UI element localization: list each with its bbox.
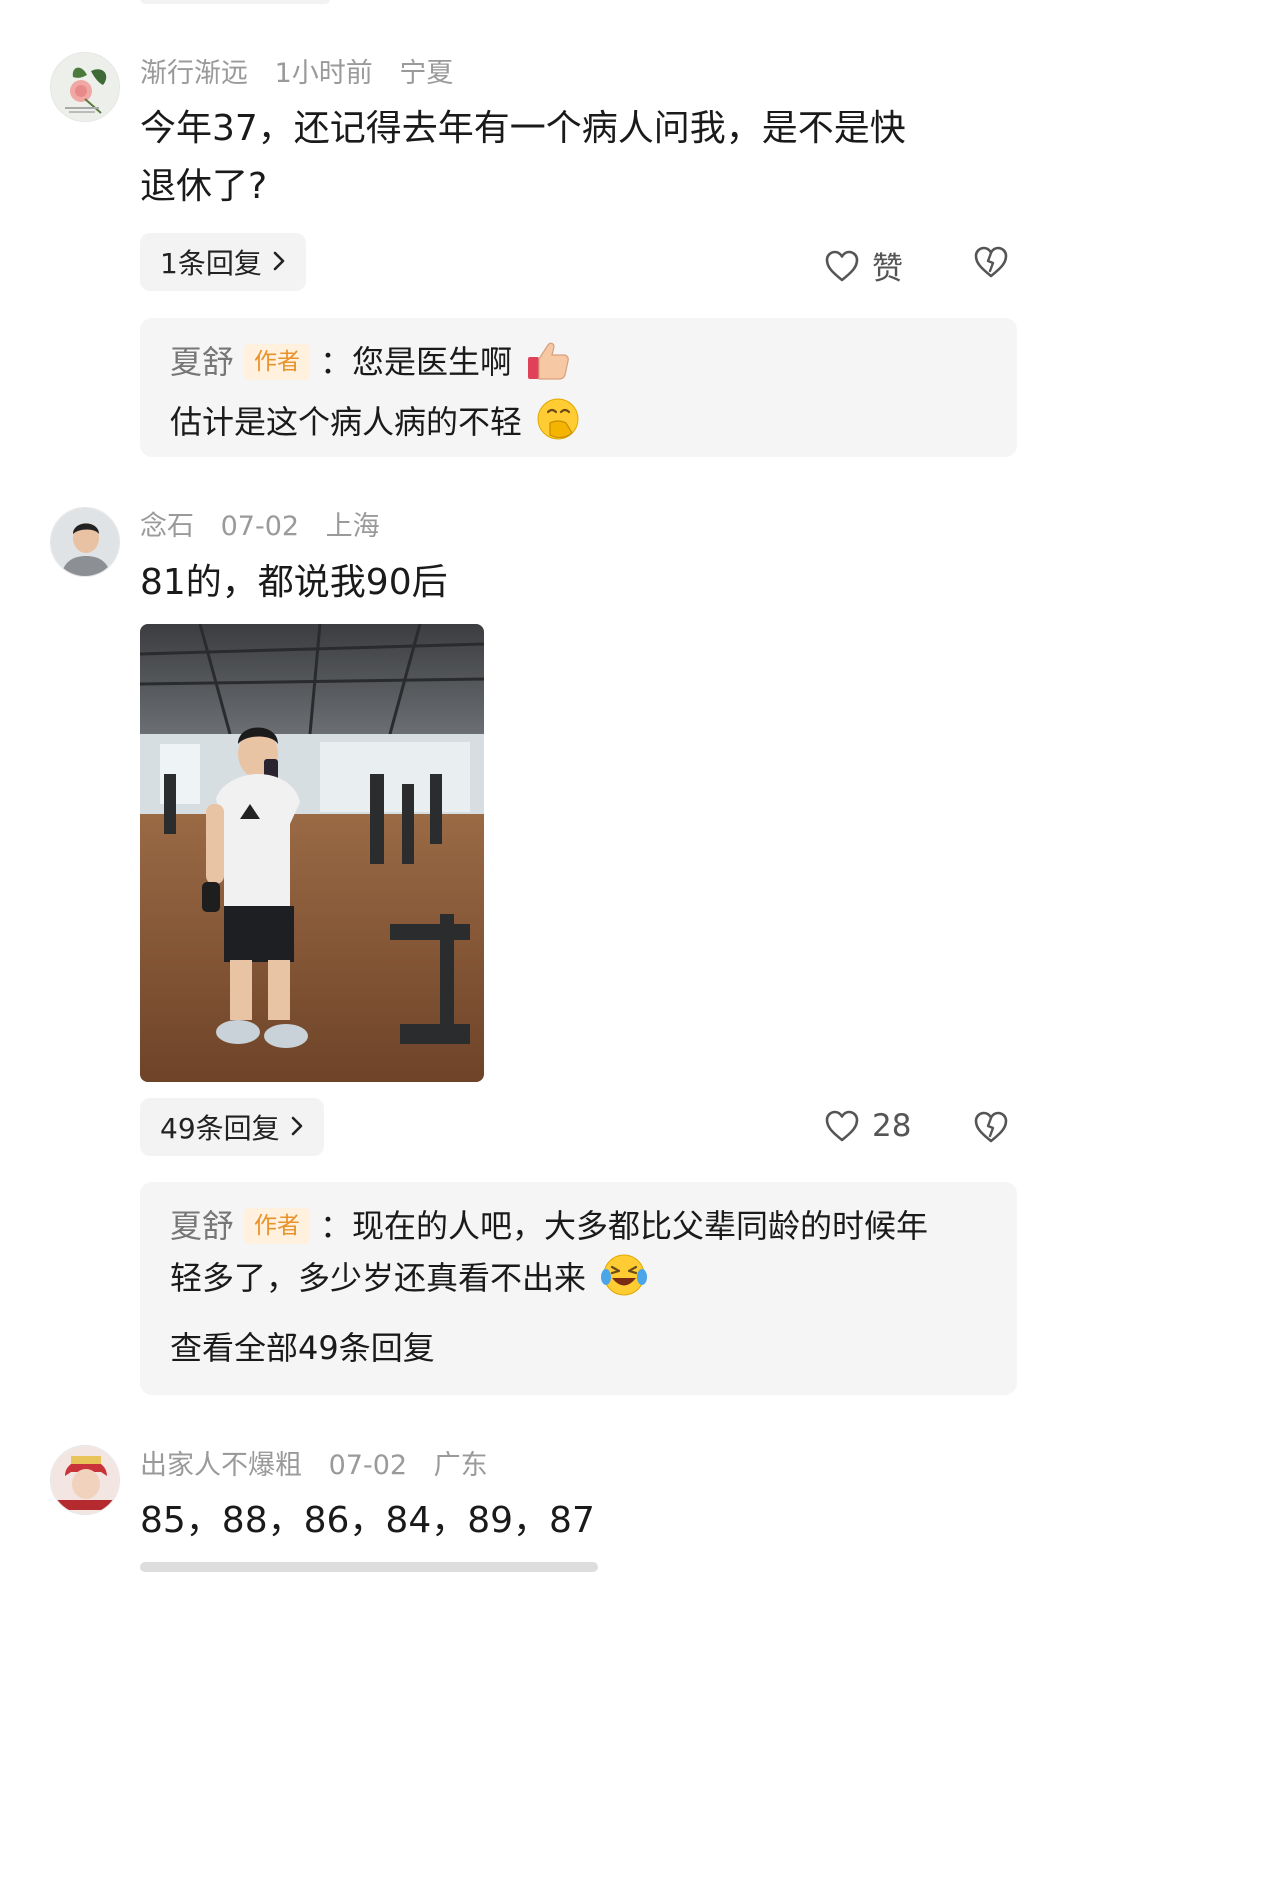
reply-text: ：现在的人吧，大多都比父辈同龄的时候年: [320, 1207, 929, 1245]
reply-line: 夏舒 作者 ：现在的人吧，大多都比父辈同龄的时候年: [170, 1200, 987, 1252]
view-replies-button[interactable]: 1条回复: [140, 233, 306, 291]
timestamp: 07-02: [328, 1450, 408, 1481]
heart-icon: [825, 250, 859, 281]
comment-text[interactable]: 85，88，86，84，89，87: [140, 1492, 1020, 1550]
comment-text-line: 退休了?: [140, 166, 268, 207]
thumbs-up-emoji: [526, 339, 570, 396]
reply-author[interactable]: 夏舒: [170, 1207, 234, 1245]
comment-text-line: 85，88，86，84，89，87: [140, 1500, 595, 1541]
view-all-replies-link[interactable]: 查看全部49条回复: [170, 1322, 987, 1374]
comment-text-line: 今年37，还记得去年有一个病人问我，是不是快: [140, 108, 906, 149]
comment-meta: 渐行渐远 1小时前 宁夏: [140, 56, 471, 92]
reply-text: ：您是医生啊: [320, 343, 513, 381]
avatar[interactable]: [50, 52, 120, 122]
comment-text[interactable]: 81的，都说我90后: [140, 554, 1020, 612]
avatar[interactable]: [50, 507, 120, 577]
broken-heart-icon: [974, 1111, 1008, 1143]
reply-text: 估计是这个病人病的不轻: [170, 403, 523, 441]
reply-text: 轻多了，多少岁还真看不出来: [170, 1259, 587, 1297]
comment-meta: 出家人不爆粗 07-02 广东: [140, 1448, 506, 1484]
broken-heart-icon: [974, 246, 1008, 278]
timestamp: 07-02: [220, 511, 300, 542]
author-badge: 作者: [244, 344, 311, 380]
location: 宁夏: [399, 58, 454, 89]
author-reply-box[interactable]: 夏舒 作者 ：现在的人吧，大多都比父辈同龄的时候年 轻多了，多少岁还真看不出来 查看…: [140, 1182, 1017, 1395]
username[interactable]: 念石: [140, 511, 194, 542]
rolling-laughing-emoji: [600, 1253, 648, 1312]
username[interactable]: 渐行渐远: [140, 58, 248, 89]
comment-meta: 念石 07-02 上海: [140, 509, 398, 545]
heart-icon: [825, 1110, 859, 1142]
chevron-right-icon: [272, 246, 286, 279]
timestamp: 1小时前: [274, 58, 373, 89]
comment-text-line: 81的，都说我90后: [140, 562, 448, 603]
previous-pill-edge: [140, 0, 330, 4]
reply-line: 估计是这个病人病的不轻: [170, 396, 987, 456]
chevron-right-icon: [290, 1111, 304, 1144]
username[interactable]: 出家人不爆粗: [140, 1450, 302, 1481]
reply-author[interactable]: 夏舒: [170, 343, 234, 381]
like-button[interactable]: 赞: [824, 243, 903, 288]
monk-avatar-image: [51, 1446, 119, 1514]
location: 上海: [325, 511, 380, 542]
rose-avatar-image: [51, 53, 119, 121]
dislike-button[interactable]: [972, 245, 1010, 283]
like-label: 赞: [872, 251, 903, 287]
view-replies-button[interactable]: 49条回复: [140, 1098, 324, 1156]
reply-line: 夏舒 作者 ：您是医生啊: [170, 336, 987, 396]
avatar[interactable]: [50, 1445, 120, 1515]
like-button[interactable]: 28: [824, 1108, 911, 1144]
reply-count-label: 1条回复: [160, 247, 262, 280]
author-reply-box[interactable]: 夏舒 作者 ：您是医生啊 估计是这个病人病的不轻: [140, 318, 1017, 457]
gym-selfie-image[interactable]: [140, 624, 484, 1082]
reply-count-label: 49条回复: [160, 1112, 280, 1145]
author-badge: 作者: [244, 1208, 311, 1244]
next-image-edge: [140, 1562, 598, 1572]
like-count: 28: [872, 1108, 912, 1144]
hand-over-mouth-emoji: [536, 397, 582, 456]
reply-line: 轻多了，多少岁还真看不出来: [170, 1252, 987, 1312]
location: 广东: [433, 1450, 488, 1481]
dislike-button[interactable]: [972, 1110, 1010, 1148]
man-avatar-image: [51, 508, 119, 576]
comment-text[interactable]: 今年37，还记得去年有一个病人问我，是不是快 退休了?: [140, 100, 1020, 216]
